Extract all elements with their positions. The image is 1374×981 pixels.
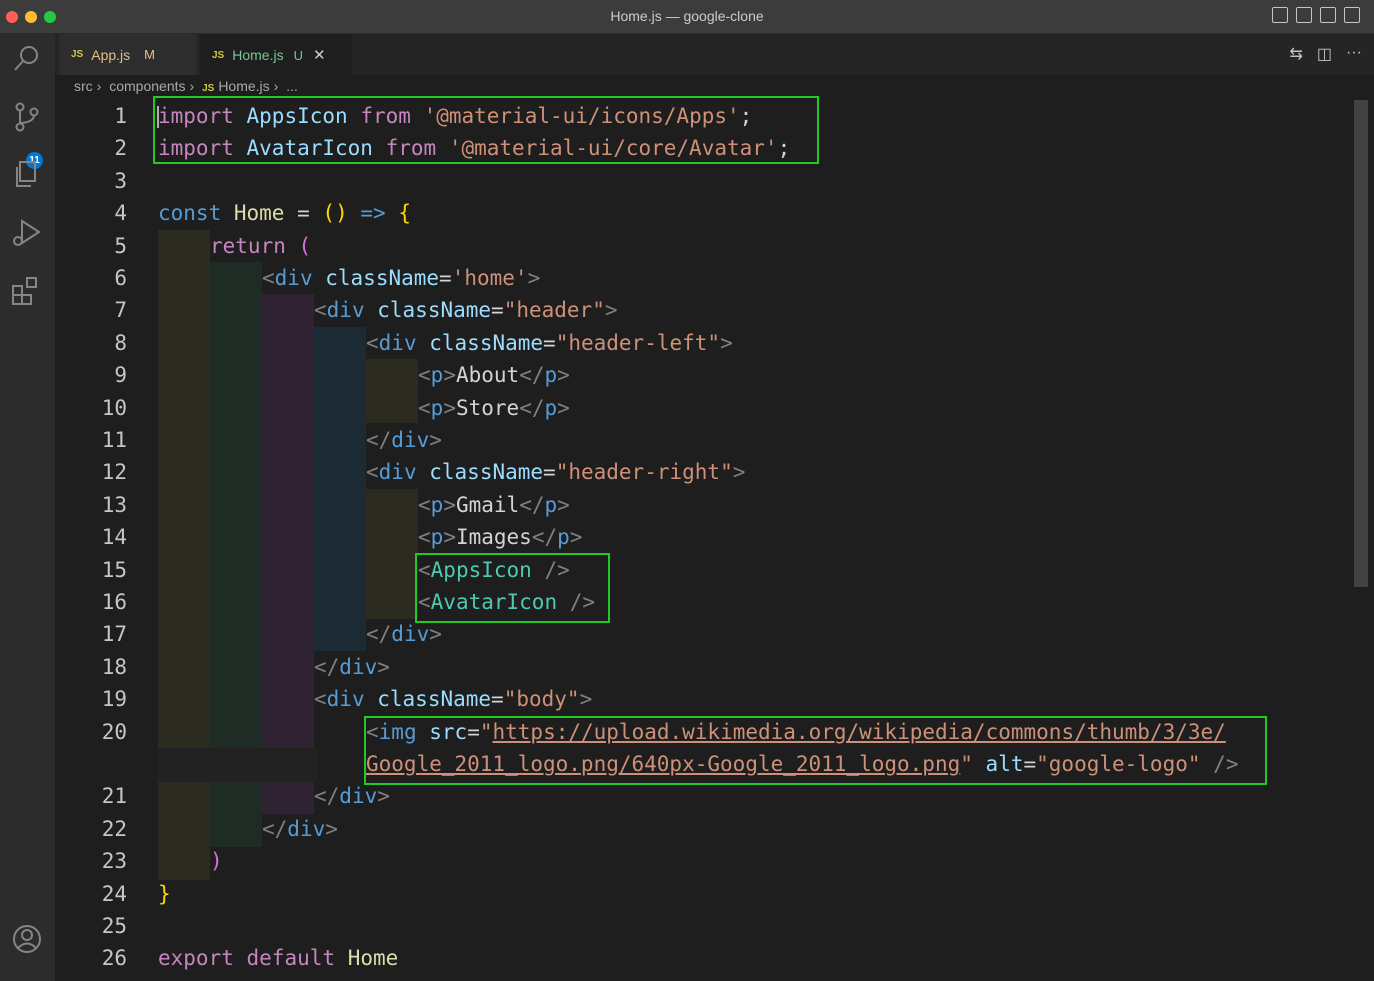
tab-label: Home.js — [232, 47, 284, 63]
chevron-right-icon: › — [189, 78, 195, 94]
customize-layout-icon[interactable] — [1344, 7, 1360, 23]
tab-bar: JS App.js M JS Home.js U ✕ — [55, 34, 1374, 75]
indent-guide — [366, 359, 418, 423]
vertical-scrollbar[interactable] — [1354, 100, 1368, 587]
tab-status: U — [293, 47, 303, 63]
explorer-icon[interactable] — [10, 158, 44, 192]
tab-home-js[interactable]: JS Home.js U ✕ — [200, 34, 352, 75]
layout-controls — [1272, 7, 1360, 23]
window-title: Home.js — google-clone — [610, 8, 764, 24]
current-line-highlight — [158, 748, 318, 782]
editor-actions: ⇆ ◫ ··· — [1289, 44, 1362, 64]
indent-guide — [158, 230, 210, 880]
activity-bar: 11 — [0, 34, 55, 981]
extensions-icon[interactable] — [10, 274, 44, 308]
title-bar: Home.js — google-clone — [0, 0, 1374, 34]
toggle-secondary-sidebar-icon[interactable] — [1320, 7, 1336, 23]
compare-changes-icon[interactable]: ⇆ — [1289, 44, 1302, 64]
search-icon[interactable] — [10, 42, 44, 76]
highlight-box-imports — [153, 96, 819, 164]
toggle-panel-icon[interactable] — [1296, 7, 1312, 23]
code-editor[interactable]: 1 import AppsIcon from '@material-ui/icon… — [55, 96, 1352, 981]
javascript-file-icon: JS — [202, 83, 215, 94]
toggle-primary-sidebar-icon[interactable] — [1272, 7, 1288, 23]
split-editor-icon[interactable]: ◫ — [1317, 44, 1332, 64]
accounts-icon[interactable] — [10, 922, 44, 956]
tab-app-js[interactable]: JS App.js M — [59, 34, 197, 75]
text-cursor — [157, 106, 159, 128]
tab-label: App.js — [91, 46, 131, 63]
tab-status: M — [144, 47, 155, 62]
run-debug-icon[interactable] — [10, 216, 44, 250]
breadcrumb-item[interactable]: ... — [286, 78, 298, 94]
chevron-right-icon: › — [273, 78, 279, 94]
highlight-box-icons — [415, 553, 610, 623]
highlight-box-img — [364, 716, 1267, 785]
breadcrumb-item[interactable]: Home.js — [218, 78, 269, 94]
indent-guide — [314, 327, 366, 651]
indent-guide — [262, 294, 314, 814]
more-actions-icon[interactable]: ··· — [1346, 44, 1362, 64]
chevron-right-icon: › — [96, 78, 102, 94]
breadcrumb: src › components › JS Home.js › ... — [74, 78, 302, 94]
breadcrumb-item[interactable]: components — [109, 78, 185, 94]
indent-guide — [366, 489, 418, 619]
javascript-file-icon: JS — [212, 49, 225, 61]
javascript-file-icon: JS — [71, 49, 84, 60]
close-icon[interactable]: ✕ — [313, 46, 326, 64]
source-control-icon[interactable] — [10, 100, 44, 134]
breadcrumb-item[interactable]: src — [74, 78, 93, 94]
